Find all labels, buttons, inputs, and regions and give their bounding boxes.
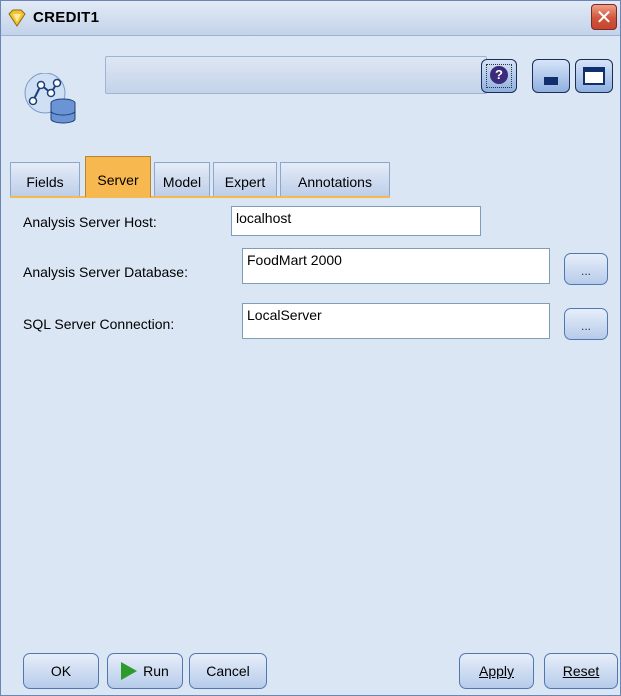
reset-label: Reset [562,663,600,679]
apply-button[interactable]: Apply [459,653,534,689]
title-bar[interactable]: CREDIT1 ✕ [1,1,620,36]
minimize-button[interactable] [532,59,570,93]
minimize-icon [544,77,558,85]
host-label: Analysis Server Host: [23,214,157,230]
database-browse-button[interactable]: ... [564,253,608,285]
maximize-icon [583,67,605,85]
window-title: CREDIT1 [33,9,100,26]
help-icon: ? [490,66,508,84]
tab-expert[interactable]: Expert [213,162,277,197]
host-input[interactable]: localhost [231,206,481,236]
apply-label: Apply [478,663,515,679]
tab-annotations[interactable]: Annotations [280,162,390,197]
maximize-button[interactable] [575,59,613,93]
tab-server[interactable]: Server [85,156,151,197]
button-bar: OK Run Cancel Apply Reset [1,646,620,696]
help-button[interactable]: ? [481,59,517,93]
reset-button[interactable]: Reset [544,653,618,689]
close-icon: ✕ [595,5,613,29]
sql-connection-label: SQL Server Connection: [23,316,175,332]
model-node-icon [24,73,76,124]
ok-button[interactable]: OK [23,653,99,689]
close-button[interactable]: ✕ [591,4,617,30]
run-play-icon [121,661,138,680]
database-input[interactable]: FoodMart 2000 [242,248,550,284]
dialog-window: CREDIT1 ✕ ? Fields Server Model Expert A… [0,0,621,696]
run-button[interactable]: Run [107,653,183,689]
tab-underline [10,196,390,198]
sql-connection-input[interactable]: LocalServer [242,303,550,339]
ok-label: OK [50,663,72,679]
tab-fields[interactable]: Fields [10,162,80,197]
tab-model[interactable]: Model [154,162,210,197]
cancel-button[interactable]: Cancel [189,653,267,689]
node-diamond-icon [8,9,26,27]
cancel-label: Cancel [206,663,250,679]
database-label: Analysis Server Database: [23,264,188,280]
run-label: Run [143,663,169,679]
header-strip [105,56,487,94]
sql-connection-browse-button[interactable]: ... [564,308,608,340]
